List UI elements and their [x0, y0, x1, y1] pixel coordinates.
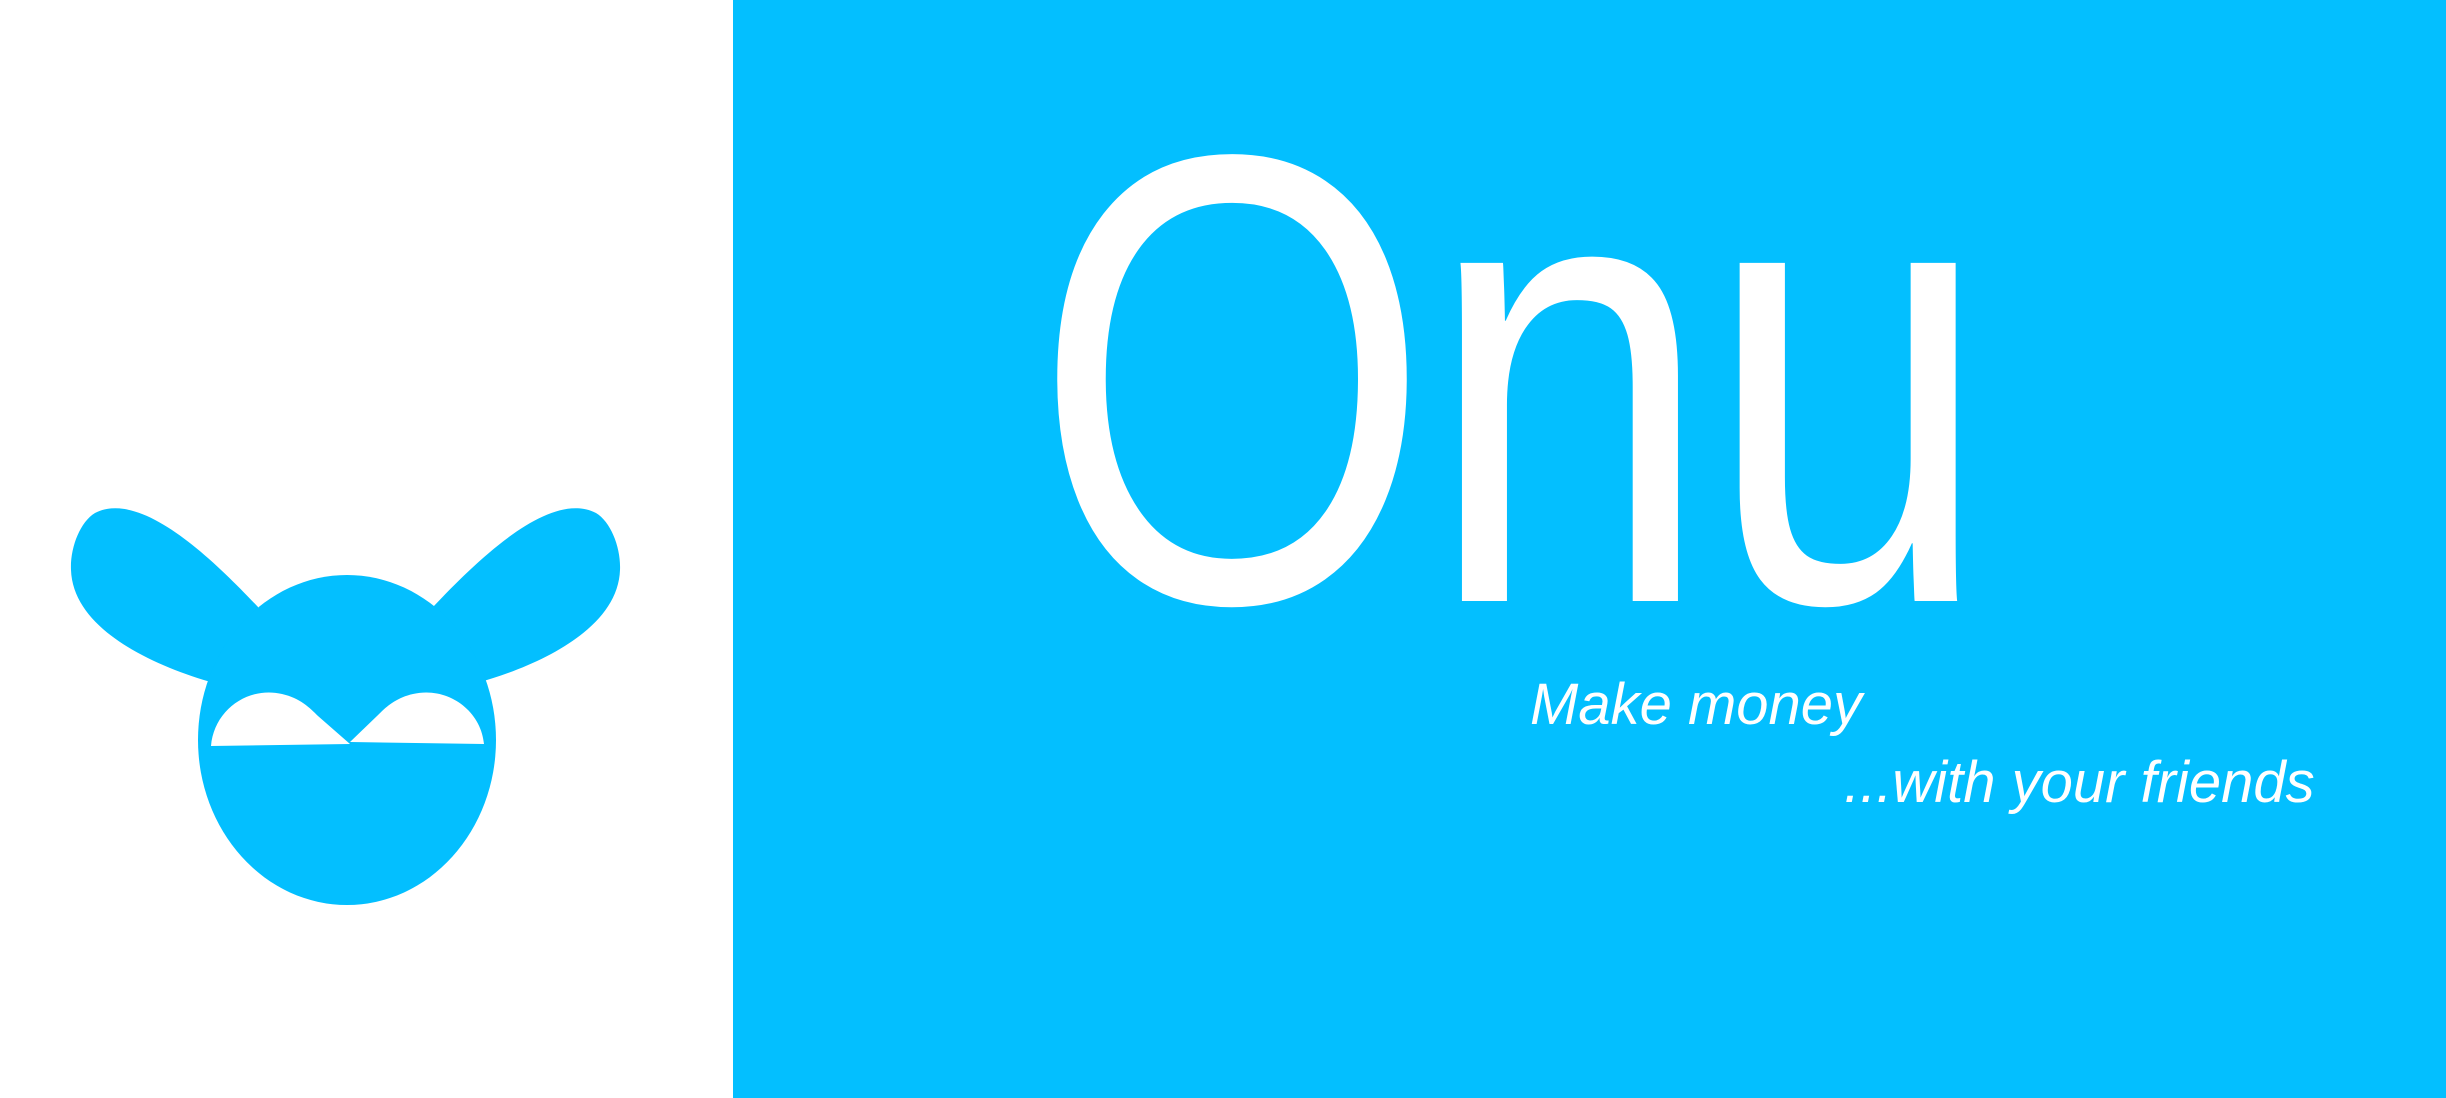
tagline-primary: Make money — [1530, 672, 1863, 737]
tagline-secondary: ...with your friends — [1844, 750, 2315, 815]
splash-banner: Onu Make money ...with your friends — [0, 0, 2446, 1098]
logo-panel — [0, 0, 733, 1098]
brand-title: Onu — [1033, 22, 1991, 737]
hero-panel: Onu Make money ...with your friends — [733, 0, 2446, 1098]
bunny-mascot-icon — [70, 508, 621, 905]
